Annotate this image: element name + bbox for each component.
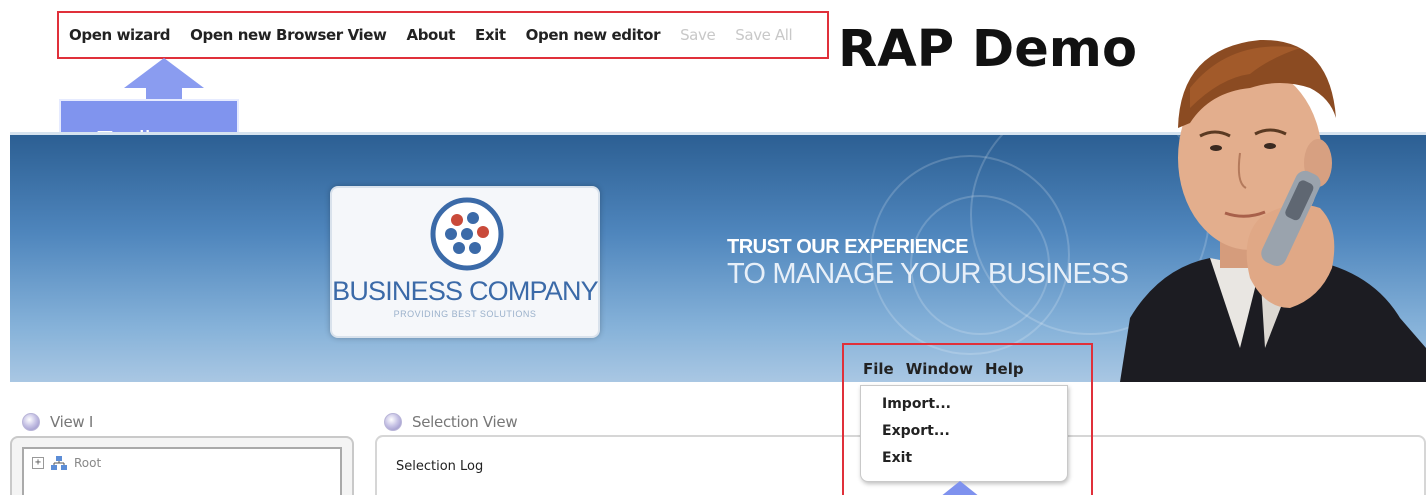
menu-bar: File Window Help [863, 360, 1024, 378]
view-i-tab[interactable]: View I [22, 413, 93, 431]
save-button: Save [680, 26, 716, 44]
network-icon [51, 456, 67, 470]
company-tagline: PROVIDING BEST SOLUTIONS [393, 309, 537, 319]
tree-expand-icon[interactable]: + [32, 457, 44, 469]
company-logo-card: BUSINESS COMPANY PROVIDING BEST SOLUTION… [330, 186, 600, 338]
slogan-line-2: TO MANAGE YOUR BUSINESS [727, 258, 1129, 290]
view-icon [22, 413, 40, 431]
company-logo-icon [430, 197, 504, 271]
tree-item-root[interactable]: + Root [32, 455, 101, 471]
menu-help[interactable]: Help [985, 360, 1024, 378]
tree-root-label: Root [74, 456, 102, 470]
menu-item-import[interactable]: Import... [882, 396, 951, 412]
open-wizard-button[interactable]: Open wizard [69, 26, 171, 44]
selection-view-tab[interactable]: Selection View [384, 413, 518, 431]
menu-file[interactable]: File [863, 360, 894, 378]
open-browser-view-button[interactable]: Open new Browser View [190, 26, 387, 44]
callout-arrow-icon [124, 58, 204, 88]
selection-log-label: Selection Log [396, 459, 484, 474]
view-icon [384, 413, 402, 431]
company-name: BUSINESS COMPANY [332, 276, 599, 306]
file-menu-dropdown: Import... Export... Exit [860, 385, 1068, 482]
selection-view-title: Selection View [412, 413, 518, 431]
exit-button[interactable]: Exit [475, 26, 506, 44]
callout-arrow-stem [146, 86, 182, 100]
slogan-line-1: TRUST OUR EXPERIENCE [727, 236, 969, 258]
menu-window[interactable]: Window [906, 360, 973, 378]
open-editor-button[interactable]: Open new editor [526, 26, 661, 44]
toolbar: Open wizard Open new Browser View About … [57, 11, 829, 59]
page-title: RAP Demo [838, 20, 1137, 79]
about-button[interactable]: About [406, 26, 455, 44]
menu-item-export[interactable]: Export... [882, 423, 950, 439]
save-all-button: Save All [735, 26, 793, 44]
view-i-title: View I [50, 413, 93, 431]
menu-callout-arrow-icon [940, 481, 980, 495]
person-phone-image [1120, 39, 1426, 382]
menu-item-exit[interactable]: Exit [882, 450, 912, 466]
